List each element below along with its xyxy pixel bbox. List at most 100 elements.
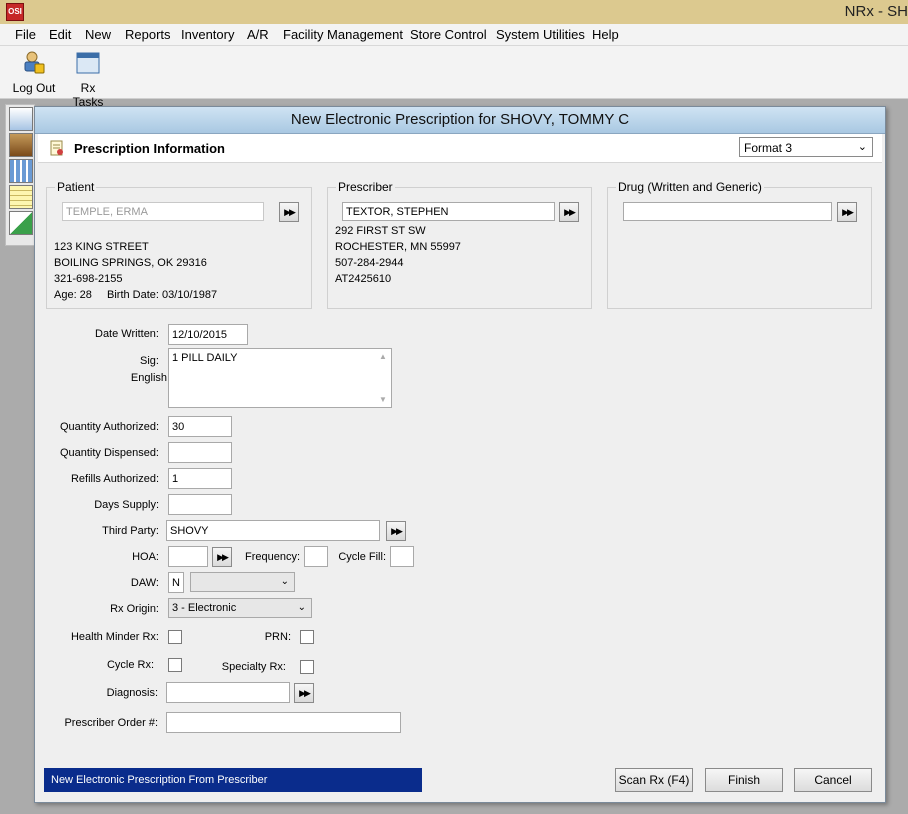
diagnosis-lookup-button[interactable]: ▶▶ [294,683,314,703]
rx-tasks-label: Rx Tasks [72,81,104,109]
cycle-rx-label: Cycle Rx: [106,659,154,671]
sig-text: 1 PILL DAILY [172,352,238,364]
third-party-label: Third Party: [102,525,159,537]
menu-store-control[interactable]: Store Control [410,27,487,42]
quantity-authorized-field[interactable]: 30 [168,416,232,437]
specialty-rx-checkbox[interactable] [300,660,314,674]
cycle-fill-label: Cycle Fill: [338,551,386,563]
days-supply-field[interactable] [168,494,232,515]
cycle-rx-checkbox[interactable] [168,658,182,672]
patient-address2: BOILING SPRINGS, OK 29316 [54,257,207,269]
drug-group: Drug (Written and Generic) ▶▶ [607,180,872,309]
quantity-dispensed-label: Quantity Dispensed: [59,447,159,459]
frequency-label: Frequency: [244,551,300,563]
menu-facility-management[interactable]: Facility Management [283,27,403,42]
fast-forward-icon: ▶▶ [217,552,229,562]
hoa-field[interactable] [168,546,208,567]
refills-authorized-field[interactable]: 1 [168,468,232,489]
patient-address1: 123 KING STREET [54,241,149,253]
prescriber-order-field[interactable] [166,712,401,733]
drug-field[interactable] [623,202,832,221]
date-written-label: Date Written: [95,328,159,340]
fast-forward-icon: ▶▶ [842,207,854,217]
toolbar: Log Out Rx Tasks [0,46,908,109]
logout-label: Log Out [12,81,56,95]
rx-origin-label: Rx Origin: [110,603,159,615]
scanner-icon[interactable] [9,107,33,131]
diagnosis-label: Diagnosis: [106,687,158,699]
health-minder-checkbox[interactable] [168,630,182,644]
dialog-title: New Electronic Prescription for SHOVY, T… [35,107,885,134]
prescriber-lookup-button[interactable]: ▶▶ [559,202,579,222]
daw-label: DAW: [130,577,159,589]
section-header: Prescription Information Format 3 ⌄ [38,134,882,163]
hoa-label: HOA: [132,551,159,563]
chevron-down-icon: ⌄ [857,141,867,153]
books-icon[interactable] [9,133,33,157]
prescription-icon [50,140,63,156]
patient-group: Patient TEMPLE, ERMA ▶▶ 123 KING STREET … [46,180,312,309]
menu-reports[interactable]: Reports [125,27,171,42]
cycle-fill-field[interactable] [390,546,414,567]
menu-new[interactable]: New [85,27,111,42]
prescriber-id: AT2425610 [335,273,392,285]
prescriber-address1: 292 FIRST ST SW [335,225,426,237]
patient-phone: 321-698-2155 [54,273,123,285]
menu-edit[interactable]: Edit [49,27,71,42]
hoa-lookup-button[interactable]: ▶▶ [212,547,232,567]
cancel-button[interactable]: Cancel [794,768,872,792]
prescriber-phone: 507-284-2944 [335,257,404,269]
app-icon: OSI [6,3,24,21]
fast-forward-icon: ▶▶ [391,526,403,536]
prescriber-order-label: Prescriber Order #: [64,717,158,729]
menu-bar: File Edit New Reports Inventory A/R Faci… [0,24,908,46]
menu-ar[interactable]: A/R [247,27,269,42]
diagnosis-field[interactable] [166,682,290,703]
chevron-down-icon: ⌄ [297,602,306,613]
frequency-field[interactable] [304,546,328,567]
menu-file[interactable]: File [15,27,36,42]
edit-pencil-icon[interactable] [9,211,33,235]
third-party-field[interactable]: SHOVY [166,520,380,541]
window-titlebar: OSI NRx - SH [0,0,908,24]
prn-checkbox[interactable] [300,630,314,644]
days-supply-label: Days Supply: [94,499,159,511]
patient-age: Age: 28 [54,289,92,301]
status-message: New Electronic Prescription From Prescri… [44,768,422,792]
finish-button[interactable]: Finish [705,768,783,792]
prescriber-group: Prescriber TEXTOR, STEPHEN ▶▶ 292 FIRST … [327,180,592,309]
side-toolbar [5,104,35,246]
prescriber-legend: Prescriber [336,180,395,194]
patient-lookup-button[interactable]: ▶▶ [279,202,299,222]
patient-name-field: TEMPLE, ERMA [62,202,264,221]
prescriber-name-field[interactable]: TEXTOR, STEPHEN [342,202,555,221]
drug-lookup-button[interactable]: ▶▶ [837,202,857,222]
rx-origin-select[interactable]: 3 - Electronic ⌄ [168,598,312,618]
menu-inventory[interactable]: Inventory [181,27,234,42]
scan-rx-button[interactable]: Scan Rx (F4) [615,768,693,792]
rx-origin-value: 3 - Electronic [172,602,237,614]
section-title: Prescription Information [74,141,225,156]
sig-scrollbar[interactable]: ▲ ▼ [376,350,390,406]
sig-textarea[interactable]: 1 PILL DAILY ▲ ▼ [168,348,392,408]
daw-field[interactable]: N [168,572,184,593]
notepad-icon[interactable] [9,185,33,209]
menu-system-utilities[interactable]: System Utilities [496,27,585,42]
chevron-down-icon: ⌄ [280,576,289,587]
prescriber-address2: ROCHESTER, MN 55997 [335,241,461,253]
logout-button[interactable]: Log Out [10,50,58,95]
third-party-lookup-button[interactable]: ▶▶ [386,521,406,541]
refills-authorized-label: Refills Authorized: [70,473,159,485]
patient-legend: Patient [55,180,97,194]
window-icon [76,52,100,74]
daw-select[interactable]: ⌄ [190,572,295,592]
health-minder-label: Health Minder Rx: [70,631,159,643]
format-select[interactable]: Format 3 ⌄ [739,137,873,157]
calculator-icon[interactable] [9,159,33,183]
prn-label: PRN: [264,631,291,643]
new-prescription-dialog: New Electronic Prescription for SHOVY, T… [34,106,886,803]
quantity-dispensed-field[interactable] [168,442,232,463]
date-written-field[interactable]: 12/10/2015 [168,324,248,345]
menu-help[interactable]: Help [592,27,619,42]
rx-tasks-button[interactable]: Rx Tasks [64,50,112,109]
